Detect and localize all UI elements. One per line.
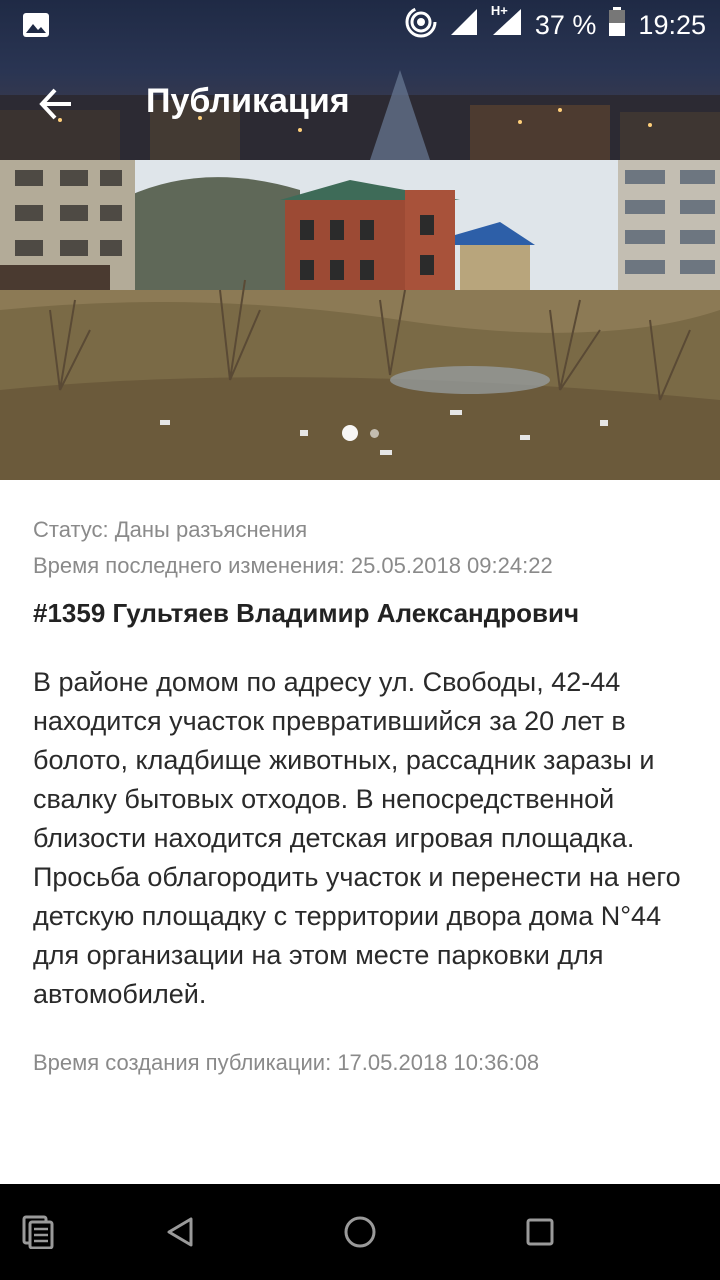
toolbar: Публикация <box>0 60 720 150</box>
author-heading: #1359 Гультяев Владимир Александрович <box>33 598 580 628</box>
system-nav-bar <box>0 1184 720 1280</box>
publication-body: В районе домом по адресу ул. Свободы, 42… <box>33 667 681 1009</box>
pager-dot-active[interactable] <box>341 425 358 441</box>
page-title: Публикация <box>146 82 350 120</box>
created-time-text: Время создания публикации: 17.05.2018 10… <box>33 1050 540 1075</box>
publication-details: Статус: Даны разъяснения Время последнег… <box>33 512 693 1076</box>
gallery-notification-icon <box>22 12 50 43</box>
network-type-label: H+ <box>490 2 508 18</box>
square-recents-icon <box>526 1218 554 1246</box>
gallery-pager <box>0 425 720 441</box>
nav-home-button[interactable] <box>336 1208 384 1256</box>
status-text: Статус: Даны разъяснения <box>33 517 308 542</box>
back-button[interactable] <box>24 72 88 136</box>
battery-percent: 37 % <box>534 9 597 40</box>
nav-back-button[interactable] <box>156 1208 204 1256</box>
nav-recents-button[interactable] <box>516 1208 564 1256</box>
battery-icon <box>608 6 626 44</box>
last-modified-text: Время последнего изменения: 25.05.2018 0… <box>33 553 553 578</box>
document-list-icon <box>22 1215 54 1249</box>
cell-signal-icon: H+ <box>491 3 523 44</box>
triangle-back-icon <box>167 1217 193 1247</box>
hotspot-icon <box>405 6 437 45</box>
arrow-back-icon <box>39 88 71 120</box>
circle-home-icon <box>344 1216 376 1248</box>
wifi-icon <box>449 7 479 44</box>
clock: 19:25 <box>638 9 706 40</box>
menu-button[interactable] <box>14 1208 62 1256</box>
status-bar: H+ 37 % 19:25 <box>0 0 720 50</box>
app-header: H+ 37 % 19:25 Публикация <box>0 0 720 160</box>
pager-dot[interactable] <box>369 428 379 438</box>
